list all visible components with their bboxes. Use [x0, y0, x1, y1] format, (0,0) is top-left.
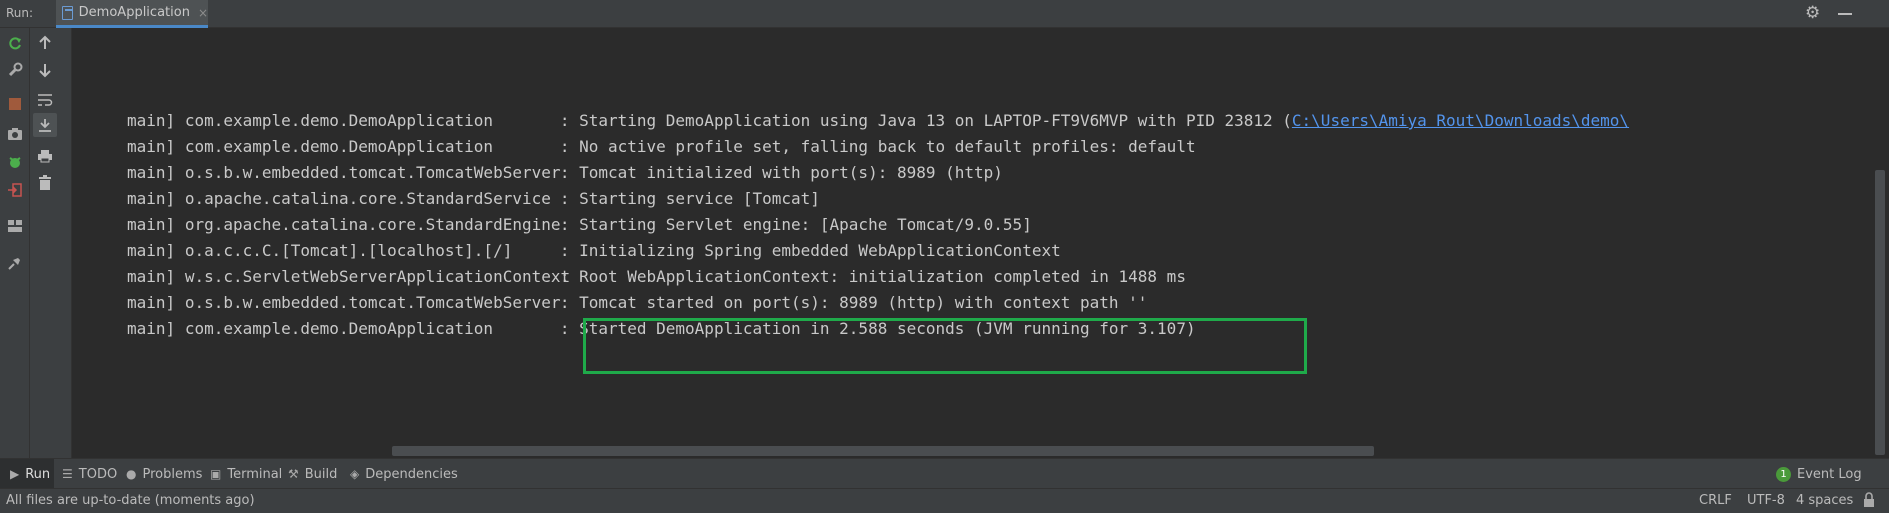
horizontal-scrollbar[interactable] [392, 446, 1374, 456]
terminal-icon: ▣ [210, 467, 222, 481]
tab-terminal[interactable]: ▣ Terminal [210, 459, 282, 489]
camera-icon[interactable] [5, 124, 25, 144]
status-bar: All files are up-to-date (moments ago) C… [0, 488, 1889, 513]
console-actions-toolbar [30, 28, 72, 458]
vertical-scrollbar[interactable] [1875, 170, 1885, 455]
encoding-widget[interactable]: UTF-8 [1747, 493, 1785, 508]
stack-icon: ◈ [350, 467, 360, 481]
run-actions-toolbar [0, 28, 30, 458]
pin-icon[interactable] [5, 253, 25, 273]
trash-icon[interactable] [35, 173, 55, 193]
hammer-icon: ⚒ [288, 467, 299, 481]
log-line: main] com.example.demo.DemoApplication: … [127, 137, 1196, 156]
tab-todo[interactable]: ☰ TODO [62, 459, 117, 489]
line-separator-widget[interactable]: CRLF [1699, 493, 1732, 508]
lock-icon[interactable] [1862, 492, 1876, 512]
event-count-badge: 1 [1776, 466, 1791, 482]
log-line: main] o.s.b.w.embedded.tomcat.TomcatWebS… [127, 163, 1003, 182]
status-message: All files are up-to-date (moments ago) [6, 493, 255, 508]
tool-window-bar: ▶ Run ☰ TODO ● Problems ▣ Terminal ⚒ Build ◈ D… [0, 458, 1889, 489]
arrow-down-icon[interactable] [35, 60, 55, 80]
info-icon: ● [126, 467, 137, 481]
run-label: Run: [6, 6, 34, 20]
tab-label: Run [25, 466, 51, 482]
log-line: main] org.apache.catalina.core.StandardE… [127, 215, 1032, 234]
tab-label: DemoApplication [78, 5, 190, 20]
exit-icon[interactable] [5, 180, 25, 200]
console-output[interactable]: main] com.example.demo.DemoApplication: … [72, 28, 1872, 458]
highlight-box [583, 318, 1307, 374]
tab-dependencies[interactable]: ◈ Dependencies [350, 459, 458, 489]
stop-icon[interactable] [5, 94, 25, 114]
file-path-link[interactable]: C:\Users\Amiya Rout\Downloads\demo\ [1292, 111, 1629, 130]
tab-demo-application[interactable]: DemoApplication × [56, 0, 208, 28]
close-icon[interactable]: × [198, 6, 208, 20]
arrow-up-icon[interactable] [35, 33, 55, 53]
debug-icon[interactable] [5, 152, 25, 172]
run-tool-window-header: Run: DemoApplication × ⚙ [0, 0, 1889, 28]
log-line: main] w.s.c.ServletWebServerApplicationC… [127, 267, 1186, 286]
wrench-icon[interactable] [5, 60, 25, 80]
rerun-icon[interactable] [5, 34, 25, 54]
log-line: main] com.example.demo.DemoApplication: … [127, 111, 1630, 130]
tab-problems[interactable]: ● Problems [126, 459, 202, 489]
list-icon: ☰ [62, 467, 73, 481]
tab-build[interactable]: ⚒ Build [288, 459, 337, 489]
log-line: main] o.s.b.w.embedded.tomcat.TomcatWebS… [127, 293, 1148, 312]
tab-run[interactable]: ▶ Run [0, 459, 54, 489]
run-icon: ▶ [10, 467, 20, 481]
tab-label: Dependencies [365, 466, 458, 482]
tab-label: TODO [78, 466, 118, 482]
event-log-button[interactable]: 1 Event Log [1776, 459, 1862, 489]
event-log-label: Event Log [1797, 466, 1862, 482]
scroll-to-end-icon[interactable] [33, 113, 57, 137]
tab-label: Problems [142, 466, 203, 482]
indent-widget[interactable]: 4 spaces [1796, 493, 1853, 508]
soft-wrap-icon[interactable] [35, 90, 55, 110]
print-icon[interactable] [35, 146, 55, 166]
log-line: main] o.a.c.c.C.[Tomcat].[localhost].[/]… [127, 241, 1061, 260]
layout-icon[interactable] [5, 216, 25, 236]
gear-icon[interactable]: ⚙ [1805, 5, 1822, 22]
log-line: main] o.apache.catalina.core.StandardSer… [127, 189, 820, 208]
tab-label: Build [304, 466, 338, 482]
tab-label: Terminal [227, 466, 283, 482]
minimize-icon[interactable] [1838, 13, 1852, 15]
application-icon [62, 5, 73, 20]
